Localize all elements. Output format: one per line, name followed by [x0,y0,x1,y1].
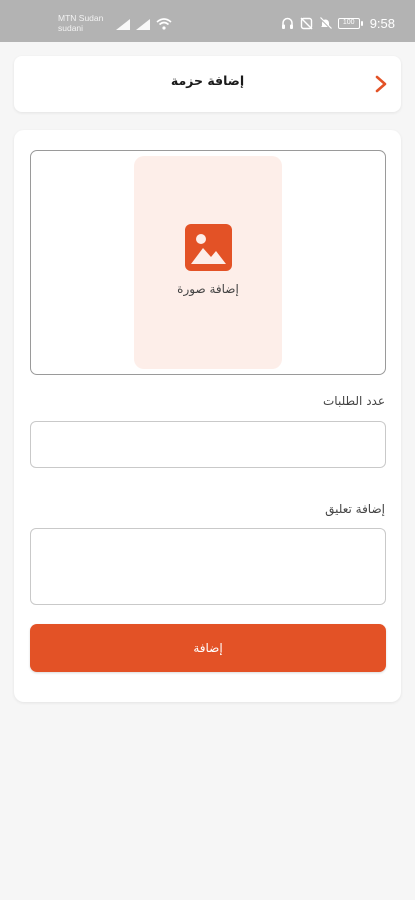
mute-icon [319,17,332,30]
carrier-info: MTN Sudan sudani [58,13,103,33]
status-bar: MTN Sudan sudani 100 9:58 [0,0,415,42]
battery-icon: 100 [337,18,363,29]
carrier-name: MTN Sudan [58,13,104,23]
status-time: 9:58 [369,16,395,31]
page-title: إضافة حزمة [170,73,245,88]
header-bar: إضافة حزمة [14,56,401,112]
cell-signal-icon [136,19,150,30]
add-image-button[interactable]: إضافة صورة [134,156,282,369]
comment-input[interactable] [30,528,386,605]
image-upload-area: إضافة صورة [30,150,386,375]
signal-group [116,17,172,30]
orders-count-label: عدد الطلبات [323,394,385,408]
wifi-icon [156,18,172,30]
orders-count-input[interactable] [30,421,386,468]
cell-signal-icon [116,19,130,30]
form-card: إضافة صورة عدد الطلبات إضافة تعليق إضافة [14,130,401,702]
add-image-label: إضافة صورة [177,282,239,296]
alarm-off-icon [300,17,313,30]
headphones-icon [281,17,293,29]
status-right: 100 9:58 [281,16,395,31]
carrier-sub: sudani [58,23,84,33]
image-icon [185,224,232,271]
comment-label: إضافة تعليق [325,502,385,516]
chevron-right-icon[interactable] [373,72,389,96]
submit-button[interactable]: إضافة [30,624,386,672]
